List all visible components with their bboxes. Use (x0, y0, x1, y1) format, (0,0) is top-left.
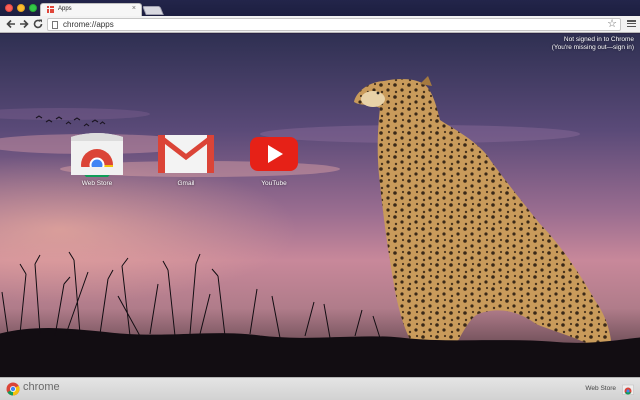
chrome-logo-icon (6, 382, 20, 396)
reload-button[interactable] (32, 18, 44, 30)
bottom-bar: chrome Web Store (0, 377, 640, 400)
gmail-icon (158, 135, 214, 173)
app-label: Web Store (81, 180, 113, 187)
window-close-button[interactable] (5, 4, 13, 12)
app-label: Gmail (177, 180, 195, 187)
signin-line-1[interactable]: Not signed in to Chrome (552, 36, 634, 44)
web-store-link[interactable]: Web Store (585, 385, 616, 392)
chrome-wordmark: chrome (23, 381, 60, 393)
chrome-web-store-icon (71, 133, 123, 177)
cheetah-silhouette (354, 76, 612, 355)
web-store-small-icon[interactable] (622, 383, 634, 395)
reload-icon (33, 19, 43, 29)
toolbar: chrome://apps ☆ (0, 16, 640, 33)
arrow-right-icon (20, 19, 29, 29)
signin-line-2[interactable]: (You're missing out—sign in) (552, 44, 634, 52)
signin-status[interactable]: Not signed in to Chrome (You're missing … (552, 36, 634, 52)
window-maximize-button[interactable] (29, 4, 37, 12)
birds-silhouette (35, 115, 106, 127)
app-youtube[interactable]: YouTube (234, 131, 314, 187)
title-bar: Apps × (0, 0, 640, 16)
window-minimize-button[interactable] (17, 4, 25, 12)
app-web-store[interactable]: Web Store (57, 131, 137, 187)
apps-page: Not signed in to Chrome (You're missing … (0, 34, 640, 377)
apps-grid-icon (47, 6, 54, 13)
bookmark-star-icon[interactable]: ☆ (607, 18, 617, 31)
app-gmail[interactable]: Gmail (146, 131, 226, 187)
address-bar[interactable]: chrome://apps ☆ (47, 18, 621, 31)
menu-icon[interactable] (627, 19, 637, 29)
url-text[interactable]: chrome://apps (63, 20, 114, 29)
back-button[interactable] (5, 18, 17, 30)
tab-apps[interactable]: Apps × (40, 3, 142, 16)
youtube-icon (250, 137, 298, 171)
app-label: YouTube (261, 180, 287, 187)
arrow-left-icon (6, 19, 15, 29)
tab-close-icon[interactable]: × (132, 5, 136, 12)
page-icon (52, 21, 58, 29)
new-tab-button[interactable] (142, 6, 164, 15)
wallpaper-scene (0, 76, 640, 377)
forward-button[interactable] (18, 18, 30, 30)
tab-title: Apps (58, 6, 72, 12)
